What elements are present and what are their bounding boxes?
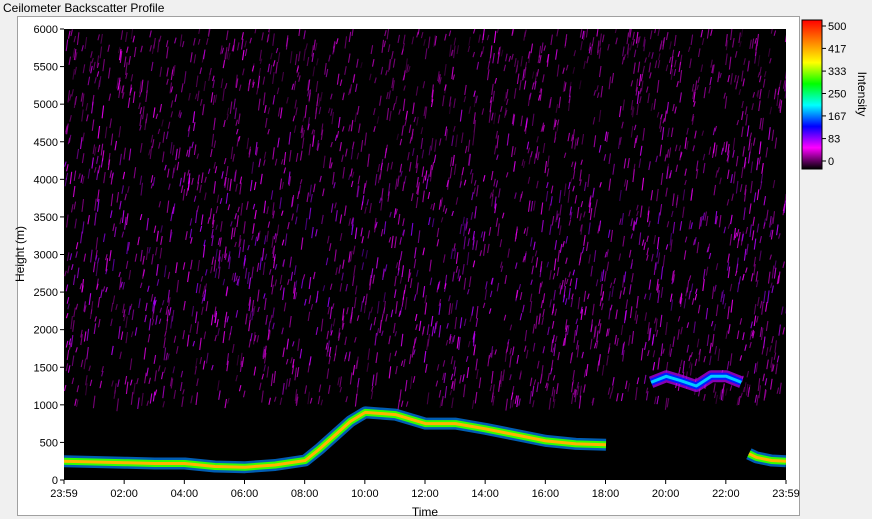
- colorbar-tick-label: 250: [828, 89, 846, 101]
- x-tick-label: 16:00: [532, 488, 560, 500]
- y-tick-label: 500: [40, 437, 58, 449]
- y-tick-label: 3500: [34, 212, 58, 224]
- y-tick-label: 4000: [34, 174, 58, 186]
- x-tick-label: 10:00: [351, 488, 379, 500]
- y-axis: 0 500 1000 1500 2000 2500 3000 3500 4000 4500 5000…: [34, 24, 64, 487]
- x-tick-label: 23:59: [50, 488, 78, 500]
- colorbar-tick-label: 417: [828, 43, 846, 55]
- x-axis: 23:59 02:00 04:00 06:00 08:00 10:00 12:00 14:00…: [50, 480, 800, 500]
- colorbar-tick-label: 83: [828, 134, 840, 146]
- colorbar-ticks: 0 83 167 250 333 417 500: [822, 21, 846, 168]
- y-tick-label: 1000: [34, 400, 58, 412]
- x-tick-label: 20:00: [652, 488, 680, 500]
- x-tick-label: 04:00: [171, 488, 199, 500]
- y-tick-label: 3000: [34, 250, 58, 262]
- x-tick-label: 22:00: [712, 488, 740, 500]
- y-tick-label: 5500: [34, 62, 58, 74]
- y-tick-label: 6000: [34, 24, 58, 36]
- colorbar-tick-label: 167: [828, 111, 846, 123]
- x-axis-label: Time: [412, 505, 439, 519]
- y-tick-label: 5000: [34, 99, 58, 111]
- colorbar-tick-label: 333: [828, 66, 846, 78]
- app-window: Ceilometer Backscatter Profile 23:59 02:0…: [0, 0, 872, 519]
- x-tick-label: 08:00: [291, 488, 319, 500]
- x-tick-label: 14:00: [471, 488, 499, 500]
- x-tick-label: 23:59: [772, 488, 800, 500]
- y-tick-label: 1500: [34, 362, 58, 374]
- colorbar: [801, 19, 823, 170]
- y-tick-label: 4500: [34, 137, 58, 149]
- y-tick-label: 0: [52, 475, 58, 487]
- x-tick-label: 18:00: [592, 488, 620, 500]
- y-tick-label: 2500: [34, 287, 58, 299]
- y-axis-label: Height (m): [13, 226, 27, 282]
- x-tick-label: 06:00: [231, 488, 259, 500]
- x-tick-label: 12:00: [411, 488, 439, 500]
- colorbar-label: Intensity: [855, 72, 869, 117]
- ceilometer-chart: 23:59 02:00 04:00 06:00 08:00 10:00 12:00 14:00…: [13, 19, 869, 519]
- x-tick-label: 02:00: [110, 488, 138, 500]
- y-tick-label: 2000: [34, 325, 58, 337]
- colorbar-tick-label: 500: [828, 21, 846, 33]
- heatmap-plot-area: [64, 29, 786, 480]
- colorbar-tick-label: 0: [828, 156, 834, 168]
